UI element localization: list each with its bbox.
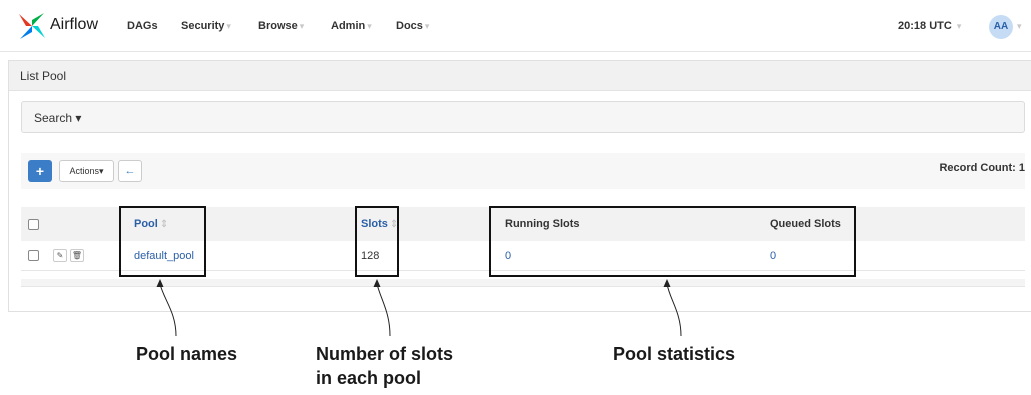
airflow-logo-icon[interactable] bbox=[16, 10, 48, 42]
arrow-left-icon: ← bbox=[124, 165, 136, 177]
plus-icon: + bbox=[35, 163, 45, 179]
highlight-slots-column bbox=[355, 206, 399, 277]
edit-icon[interactable]: ✎ bbox=[53, 249, 67, 262]
utc-clock[interactable]: 20:18 UTC ▾ bbox=[898, 20, 961, 32]
nav-browse[interactable]: Browse ▾ bbox=[258, 20, 304, 32]
record-count: Record Count: 1 bbox=[939, 162, 1025, 174]
nav-docs-label: Docs bbox=[396, 20, 423, 32]
highlight-statistics-columns bbox=[489, 206, 856, 277]
chevron-down-icon[interactable]: ▾ bbox=[1017, 21, 1022, 32]
chevron-down-icon: ▾ bbox=[299, 21, 305, 31]
nav-security-label: Security bbox=[181, 20, 225, 32]
chevron-down-icon: ▾ bbox=[226, 21, 231, 31]
nav-admin-label: Admin bbox=[331, 20, 366, 32]
brand-name[interactable]: Airflow bbox=[50, 16, 98, 34]
back-button[interactable]: ← bbox=[118, 160, 142, 182]
nav-dags-label: DAGs bbox=[127, 20, 158, 32]
nav-docs[interactable]: Docs ▾ bbox=[396, 20, 429, 32]
caption-pool-statistics: Pool statistics bbox=[613, 344, 736, 364]
chevron-down-icon: ▾ bbox=[367, 21, 372, 31]
select-all-checkbox[interactable] bbox=[28, 219, 39, 230]
caption-pool-names: Pool names bbox=[136, 344, 238, 364]
chevron-down-icon: ▾ bbox=[424, 21, 430, 31]
chevron-down-icon: ▾ bbox=[956, 21, 962, 31]
clock-label: 20:18 UTC bbox=[898, 20, 952, 32]
page-title: List Pool bbox=[20, 69, 67, 83]
caption-slots-line2: in each pool bbox=[316, 368, 422, 388]
search-label: Search ▾ bbox=[34, 111, 82, 125]
highlight-pool-column bbox=[119, 206, 206, 277]
panel-header: List Pool bbox=[9, 61, 1031, 91]
search-dropdown[interactable]: Search ▾ bbox=[21, 101, 1025, 133]
table-footer bbox=[21, 279, 1025, 287]
nav-dags[interactable]: DAGs bbox=[127, 20, 158, 32]
row-checkbox[interactable] bbox=[28, 250, 39, 261]
nav-security[interactable]: Security ▾ bbox=[181, 20, 231, 32]
caption-slots-line1: Number of slots bbox=[316, 344, 454, 364]
add-pool-button[interactable]: + bbox=[28, 160, 52, 182]
actions-dropdown-button[interactable]: Actions▾ bbox=[59, 160, 114, 182]
list-toolbar: + Actions▾ ← Record Count: 1 bbox=[21, 153, 1025, 189]
top-navbar: Airflow DAGs Security ▾ Browse ▾ Admin ▾ Do… bbox=[0, 0, 1031, 52]
nav-admin[interactable]: Admin ▾ bbox=[331, 20, 372, 32]
trash-icon[interactable]: 🗑 bbox=[70, 249, 84, 262]
nav-browse-label: Browse bbox=[258, 20, 298, 32]
user-avatar[interactable]: AA bbox=[989, 15, 1013, 39]
